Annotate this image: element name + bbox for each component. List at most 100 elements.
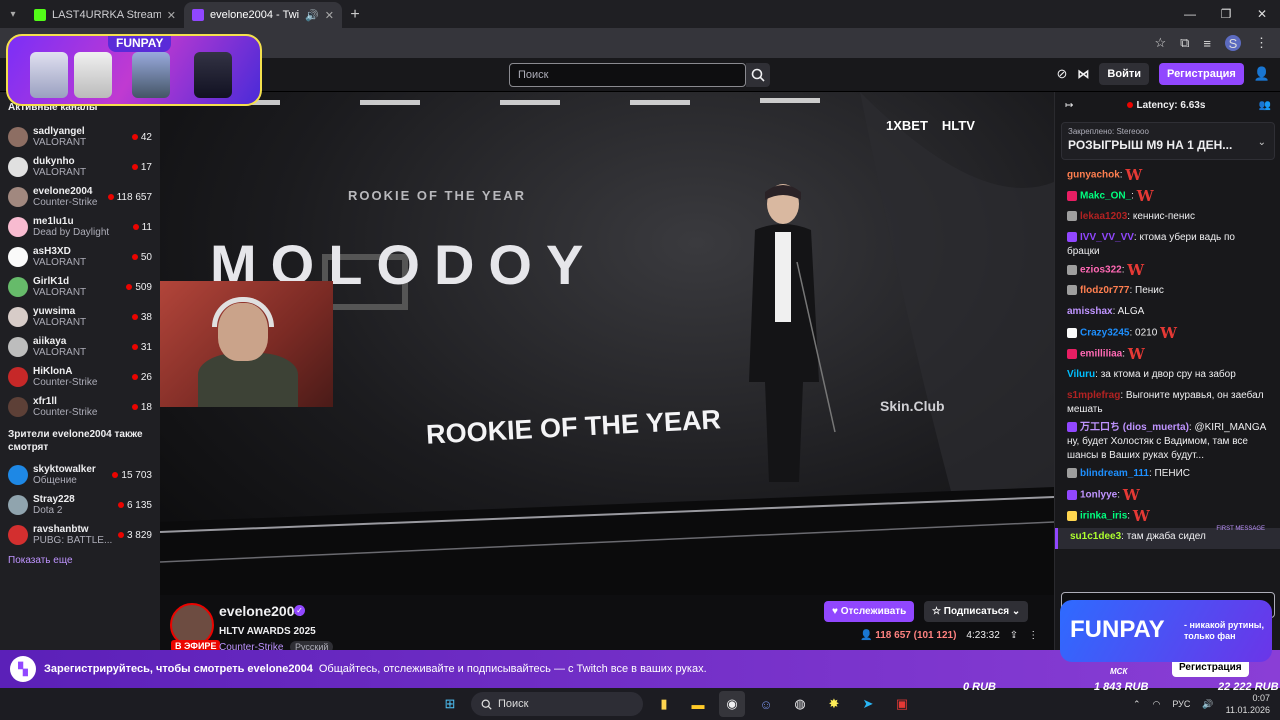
channel-name: dukynho — [33, 156, 75, 167]
chat-username[interactable]: ezios322 — [1080, 265, 1122, 276]
share-icon[interactable]: ⇪ — [1010, 630, 1018, 641]
chevron-down-icon[interactable]: ⌄ — [1258, 137, 1266, 148]
chat-username[interactable]: amisshax — [1067, 306, 1113, 317]
more-options-icon[interactable]: ⋮ — [1028, 630, 1038, 641]
sidebar-channel-aiikaya[interactable]: aiikaya VALORANT 31 — [0, 332, 160, 362]
channel-viewers: 6 135 — [118, 500, 152, 511]
app-icon[interactable]: ▮ — [651, 691, 677, 717]
chat-username[interactable]: Viluru — [1067, 369, 1095, 380]
chat-username[interactable]: lekaa1203 — [1080, 211, 1127, 222]
browser-tab-kick[interactable]: LAST4URRKA Stream - Watch L ✕ — [26, 2, 184, 28]
chat-username[interactable]: irinka_iris — [1080, 511, 1127, 522]
sidebar-channel-yuwsima[interactable]: yuwsima VALORANT 38 — [0, 302, 160, 332]
chat-username[interactable]: flodz0r777 — [1080, 285, 1129, 296]
login-button[interactable]: Войти — [1099, 63, 1149, 85]
promo-item — [132, 52, 170, 98]
file-explorer-icon[interactable]: ▬ — [685, 691, 711, 717]
chat-username[interactable]: blindream_111 — [1080, 468, 1149, 479]
extensions-icon[interactable]: ⧉ — [1180, 35, 1189, 51]
chat-username[interactable]: emilliliaa — [1080, 349, 1122, 360]
turbo-icon[interactable]: ⋈ — [1077, 67, 1089, 81]
app-icon[interactable]: ✸ — [821, 691, 847, 717]
sidebar-channel-ash3xd[interactable]: asH3XD VALORANT 50 — [0, 242, 160, 272]
search-input[interactable]: Поиск — [509, 63, 746, 87]
channel-game: VALORANT — [33, 257, 87, 268]
telegram-icon[interactable]: ➤ — [855, 691, 881, 717]
pinned-message[interactable]: Закреплено: Stereooo РОЗЫГРЫШ М9 НА 1 ДЕ… — [1061, 122, 1275, 160]
sidebar-channel-hiklona[interactable]: HiKlonA Counter-Strike 26 — [0, 362, 160, 392]
user-menu-icon[interactable]: 👤 — [1254, 66, 1270, 82]
sidebar-channel-girlk1d[interactable]: GirlK1d VALORANT 509 — [0, 272, 160, 302]
sidebar-channel-sadlyangel[interactable]: sadlyangel VALORANT 42 — [0, 122, 160, 152]
search-button[interactable] — [746, 63, 770, 87]
chat-username[interactable]: su1c1dee3 — [1070, 531, 1121, 542]
chat-username[interactable]: 万工口ち (dios_muerta) — [1080, 422, 1189, 433]
new-tab-button[interactable]: + — [342, 2, 368, 28]
chat-username[interactable]: Makc_ON_ — [1080, 191, 1131, 202]
channel-viewers: 509 — [126, 282, 152, 293]
close-tab-icon[interactable]: ✕ — [167, 9, 176, 22]
sidebar-channel-evelone2004[interactable]: evelone2004 Counter-Strike 118 657 — [0, 182, 160, 212]
register-button[interactable]: Регистрация — [1159, 63, 1244, 85]
chat-message: 万工口ち (dios_muerta): @KIRI_MANGA ну, буде… — [1067, 422, 1266, 461]
browser-tab-twitch[interactable]: evelone2004 - Twitch 🔊 ✕ — [184, 2, 342, 28]
chat-username[interactable]: 1onlyye — [1080, 490, 1117, 501]
follow-button[interactable]: ♥ Отслеживать — [824, 601, 915, 622]
sidebar-channel-stray228[interactable]: Stray228 Dota 2 6 135 — [0, 490, 160, 520]
collapse-chat-icon[interactable]: ↦ — [1065, 100, 1073, 111]
volume-icon[interactable]: 🔊 — [1202, 699, 1213, 710]
channel-meta: dukynho VALORANT — [33, 156, 127, 178]
mute-tab-icon[interactable]: 🔊 — [305, 9, 319, 22]
channel-name: evelone2004 — [33, 186, 93, 197]
windows-start-icon[interactable]: ⊞ — [437, 691, 463, 717]
channel-name: xfr1ll — [33, 396, 57, 407]
sponsor-hltv: HLTV — [941, 118, 975, 133]
sidebar-channel-skyktowalker[interactable]: skyktowalker Общение 15 703 — [0, 460, 160, 490]
search-icon — [751, 68, 765, 82]
channel-name: sadlyangel — [33, 126, 85, 137]
channel-meta: xfr1ll Counter-Strike — [33, 396, 127, 418]
chat-username[interactable]: Crazy3245 — [1080, 328, 1129, 339]
browser-menu-icon[interactable]: ⋮ — [1255, 35, 1268, 51]
discord-icon[interactable]: ☺ — [753, 691, 779, 717]
bookmark-star-icon[interactable]: ☆ — [1154, 35, 1166, 51]
app-icon[interactable]: ▣ — [889, 691, 915, 717]
video-player[interactable]: 1XBET HLTV ROOKIE OF THE YEAR MOLODOY RO… — [160, 92, 1054, 595]
channel-game: VALORANT — [33, 167, 87, 178]
banner-headline: Зарегистрируйтесь, чтобы смотреть evelon… — [44, 663, 313, 675]
wifi-icon[interactable]: ◠ — [1153, 699, 1161, 710]
close-tab-icon[interactable]: ✕ — [325, 9, 334, 22]
taskbar-apps: ⊞ Поиск ▮ ▬ ◉ ☺ ◍ ✸ ➤ ▣ — [437, 691, 915, 717]
show-more-link[interactable]: Показать еще — [8, 555, 73, 566]
clock[interactable]: 0:07 11.01.2026 — [1226, 692, 1270, 716]
sidebar-channel-dukynho[interactable]: dukynho VALORANT 17 — [0, 152, 160, 182]
chat-username[interactable]: IVV_VV_VV — [1080, 232, 1134, 243]
chat-users-icon[interactable]: 👥 — [1259, 100, 1271, 111]
language-indicator[interactable]: РУС — [1172, 699, 1190, 709]
subscribe-button[interactable]: ☆ Подписаться ⌄ — [924, 601, 1029, 622]
funpay-logo: FUNPAY — [1070, 616, 1165, 643]
sidebar-channel-xfr1ll[interactable]: xfr1ll Counter-Strike 18 — [0, 392, 160, 422]
sidebar-channel-me1lu1u[interactable]: me1lu1u Dead by Daylight 11 — [0, 212, 160, 242]
w-emote-icon: W — [1136, 187, 1154, 205]
taskbar-search[interactable]: Поиск — [471, 692, 643, 716]
close-window-icon[interactable]: ✕ — [1244, 0, 1280, 28]
tab-search-icon[interactable]: ▾ — [0, 0, 26, 28]
channel-avatar — [8, 277, 28, 297]
reading-list-icon[interactable]: ≡ — [1203, 36, 1211, 51]
prime-crown-icon[interactable]: ⊘ — [1057, 66, 1068, 82]
channel-avatar — [8, 217, 28, 237]
first-message-tag: FIRST MESSAGE — [1216, 526, 1265, 532]
system-tray: ⌃ ◠ РУС 🔊 0:07 11.01.2026 — [1133, 692, 1270, 716]
chrome-icon[interactable]: ◉ — [719, 691, 745, 717]
chat-username[interactable]: gunyachok — [1067, 170, 1120, 181]
channel-name[interactable]: evelone2004 — [219, 603, 302, 619]
maximize-icon[interactable]: ❐ — [1208, 0, 1244, 28]
sidebar-channel-ravshanbtw[interactable]: ravshanbtw PUBG: BATTLE... 3 829 — [0, 520, 160, 550]
minimize-icon[interactable]: — — [1172, 0, 1208, 28]
app-icon[interactable]: ◍ — [787, 691, 813, 717]
chat-username[interactable]: s1mplefrag — [1067, 390, 1120, 401]
tray-chevron-icon[interactable]: ⌃ — [1133, 699, 1141, 710]
profile-avatar[interactable]: S — [1225, 35, 1241, 51]
chat-message: gunyachok: W — [1067, 166, 1143, 184]
